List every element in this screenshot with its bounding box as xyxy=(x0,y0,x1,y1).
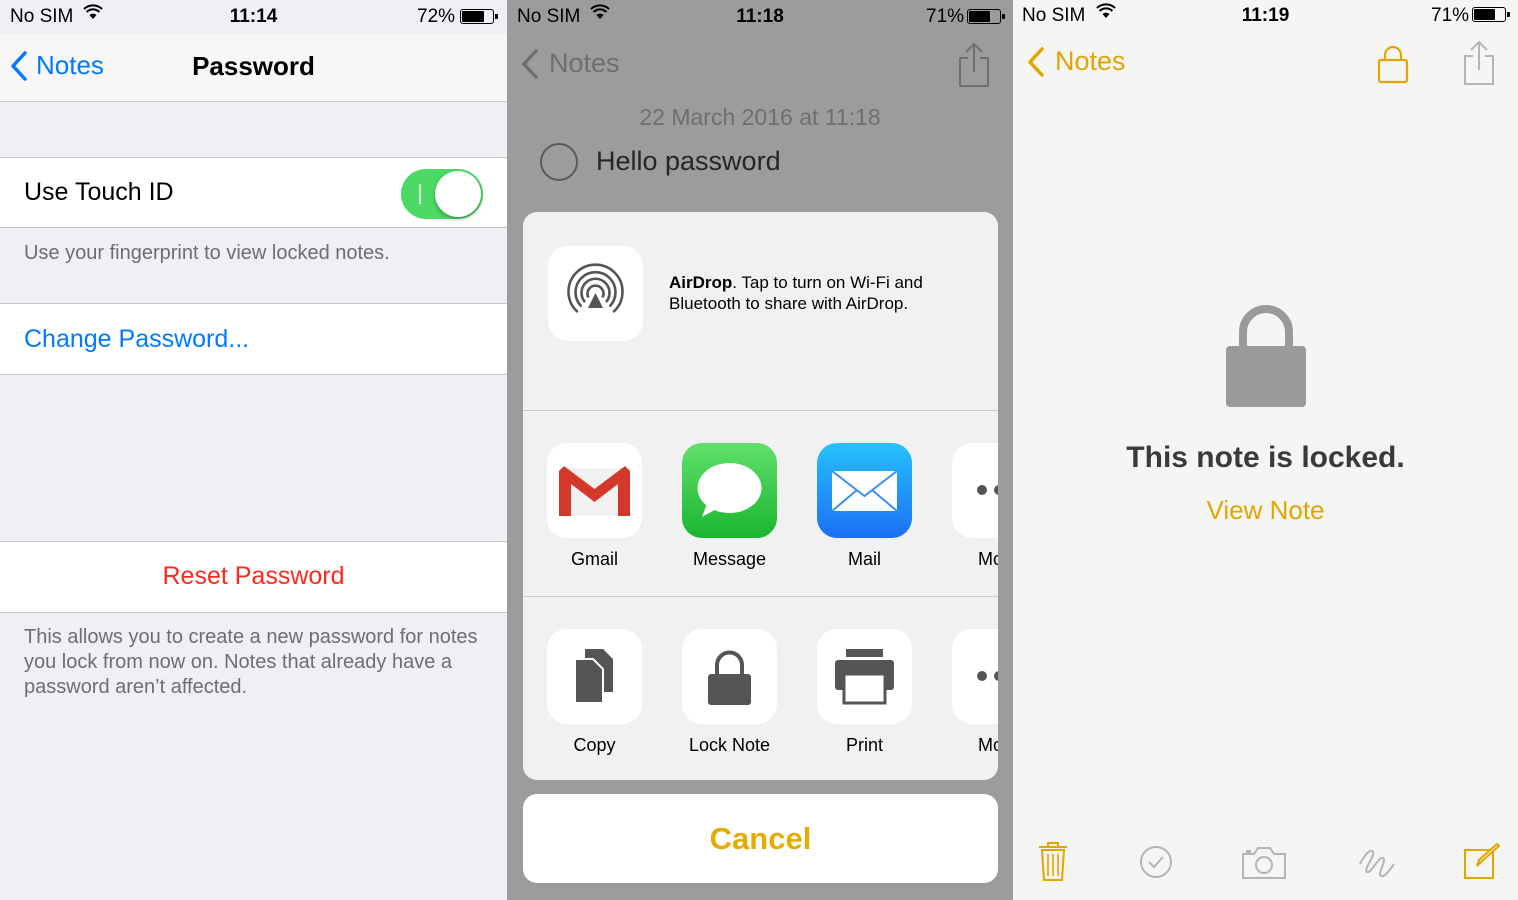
share-app-mail[interactable]: Mail xyxy=(817,443,912,570)
page-title: Password xyxy=(192,51,315,81)
share-app-label: Mo xyxy=(978,549,998,569)
note-date: 22 March 2016 at 11:18 xyxy=(639,104,881,130)
share-app-label: Message xyxy=(692,549,767,569)
action-label: Print xyxy=(845,735,883,755)
lock-icon[interactable] xyxy=(1377,44,1409,89)
battery-icon xyxy=(1472,7,1510,22)
trash-icon[interactable] xyxy=(1037,840,1069,887)
action-lock-note[interactable]: Lock Note xyxy=(682,629,777,756)
share-app-message[interactable]: Message xyxy=(682,443,777,570)
back-button-label: Notes xyxy=(549,48,620,78)
locked-padlock-icon xyxy=(1225,302,1307,413)
cancel-button[interactable]: Cancel xyxy=(523,794,998,883)
action-label: Copy xyxy=(573,735,616,755)
camera-icon[interactable] xyxy=(1241,846,1287,885)
copy-icon xyxy=(547,629,642,724)
battery-percent: 71% xyxy=(1431,5,1470,26)
navigation-bar: Notes Password xyxy=(0,34,507,102)
status-bar: No SIM 11:18 71% xyxy=(507,0,1013,34)
share-actions-row: Copy Lock Note Print M xyxy=(523,597,998,780)
checklist-icon[interactable] xyxy=(1139,845,1173,884)
gmail-icon xyxy=(547,443,642,538)
action-more[interactable]: Mo xyxy=(952,629,998,756)
locked-note-screen: No SIM 11:19 71% Notes This note is lock… xyxy=(1013,0,1518,900)
reset-password-button[interactable]: Reset Password xyxy=(0,562,507,591)
airdrop-row[interactable]: AirDrop. Tap to turn on Wi-Fi and Blueto… xyxy=(523,212,998,411)
touch-id-toggle[interactable] xyxy=(401,169,483,219)
battery-icon xyxy=(460,9,498,24)
airdrop-icon xyxy=(548,246,643,341)
airdrop-message: AirDrop. Tap to turn on Wi-Fi and Blueto… xyxy=(669,273,923,313)
lock-icon xyxy=(682,629,777,724)
action-label: Lock Note xyxy=(688,735,771,755)
action-copy[interactable]: Copy xyxy=(547,629,642,756)
change-password-button[interactable]: Change Password... xyxy=(24,325,249,354)
locked-message: This note is locked. xyxy=(1126,441,1405,474)
more-icon xyxy=(952,443,998,538)
share-icon[interactable] xyxy=(957,42,991,93)
mail-icon xyxy=(817,443,912,538)
chevron-left-icon xyxy=(1028,46,1044,77)
compose-icon[interactable] xyxy=(1463,842,1501,885)
touch-id-label: Use Touch ID xyxy=(24,178,174,206)
status-bar: No SIM 11:14 72% xyxy=(0,0,507,34)
share-sheet: AirDrop. Tap to turn on Wi-Fi and Blueto… xyxy=(523,212,998,780)
back-button[interactable]: Notes xyxy=(521,48,620,79)
share-app-label: Mail xyxy=(847,549,881,569)
battery-icon xyxy=(967,9,1005,24)
password-settings-screen: No SIM 11:14 72% Notes Password Use Touc… xyxy=(0,0,507,900)
battery-percent: 71% xyxy=(926,6,965,27)
back-button[interactable]: Notes xyxy=(1027,46,1126,77)
battery-percent: 72% xyxy=(417,6,456,27)
messages-icon xyxy=(682,443,777,538)
share-app-gmail[interactable]: Gmail xyxy=(547,443,642,570)
action-print[interactable]: Print xyxy=(817,629,912,756)
share-app-label: Gmail xyxy=(570,549,618,569)
note-text: Hello password xyxy=(596,146,781,176)
status-bar: No SIM 11:19 71% xyxy=(1013,0,1518,34)
more-icon xyxy=(952,629,998,724)
share-icon[interactable] xyxy=(1462,40,1496,91)
touch-id-footnote: Use your fingerprint to view locked note… xyxy=(24,242,390,264)
reset-password-footnote: This allows you to create a new password… xyxy=(24,626,478,698)
touch-id-row: Use Touch ID xyxy=(0,157,507,228)
reset-password-row[interactable]: Reset Password xyxy=(0,541,507,613)
share-sheet-screen: No SIM 11:18 71% Notes 22 March 2016 at … xyxy=(507,0,1013,900)
share-apps-row: Gmail Message Mail M xyxy=(523,411,998,597)
view-note-button[interactable]: View Note xyxy=(1013,495,1518,526)
change-password-row[interactable]: Change Password... xyxy=(0,303,507,375)
sketch-icon[interactable] xyxy=(1357,844,1397,885)
share-app-more[interactable]: Mo xyxy=(952,443,998,570)
back-button-label: Notes xyxy=(1055,46,1126,76)
print-icon xyxy=(817,629,912,724)
action-label: Mo xyxy=(978,735,998,755)
checklist-circle[interactable] xyxy=(540,143,578,181)
chevron-left-icon xyxy=(522,48,538,79)
